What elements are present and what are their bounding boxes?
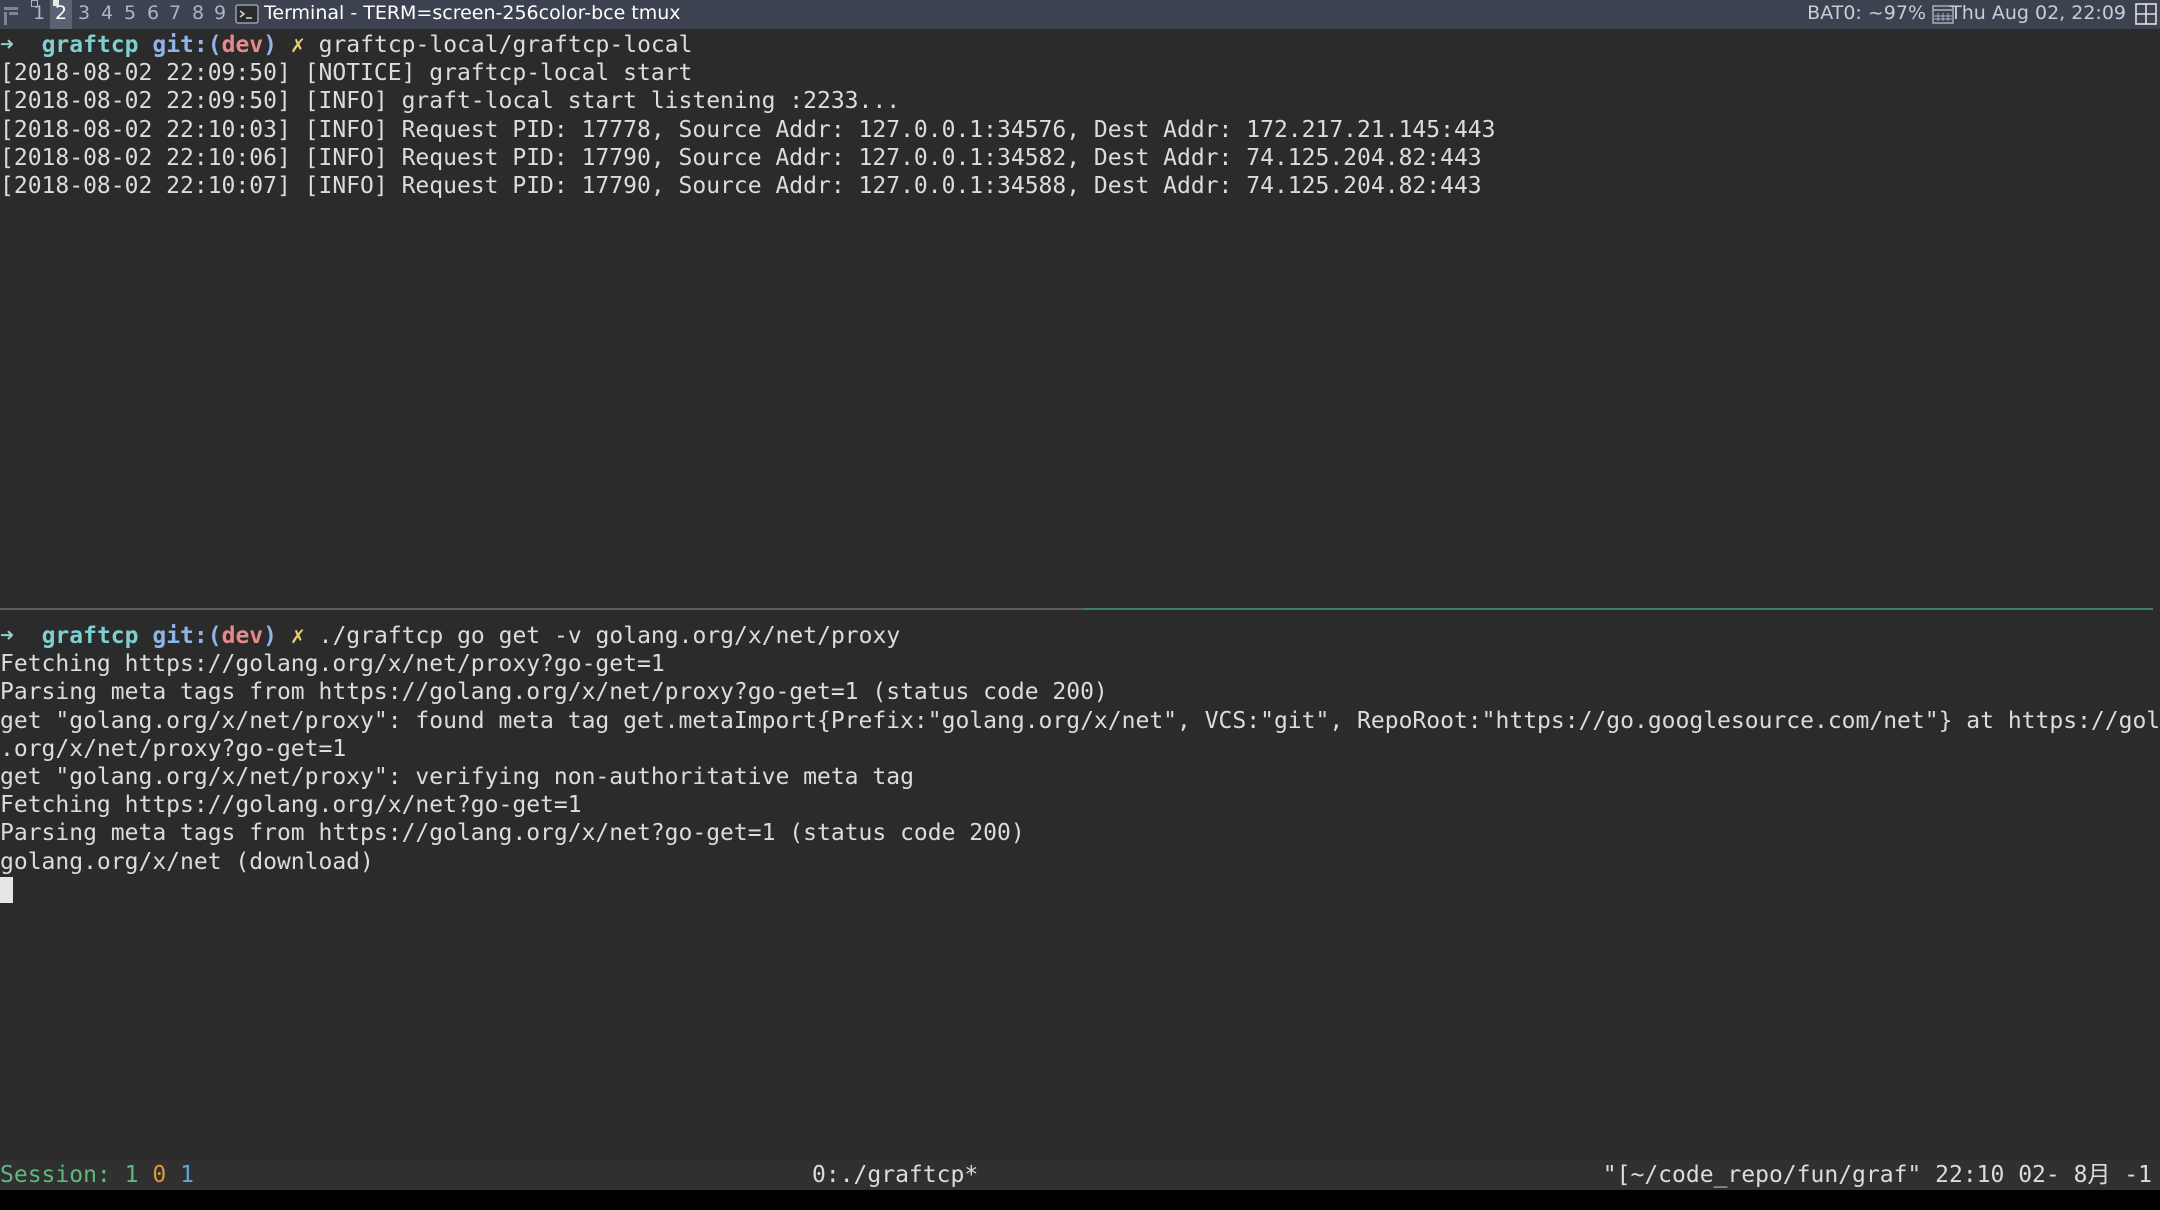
tmux-status-bar: Session: 1 0 1 0:./graftcp* "[~/code_rep… — [0, 1160, 2160, 1190]
output-line: get "golang.org/x/net/proxy": verifying … — [0, 763, 914, 790]
prompt-git-prefix: git:( — [152, 623, 222, 649]
session-label: Session: — [0, 1162, 125, 1188]
session-value-c: 1 — [180, 1162, 194, 1188]
prompt-arrow-icon: ➜ — [0, 623, 14, 649]
output-line: golang.org/x/net (download) — [0, 848, 374, 875]
shell-prompt: ➜ graftcp git:(dev) ✗ graftcp-local/graf… — [0, 31, 2160, 59]
output-line: [2018-08-02 22:10:03] [INFO] Request PID… — [0, 116, 1496, 143]
output-line: Fetching https://golang.org/x/net/proxy?… — [0, 651, 665, 678]
wm-top-bar: 1 2 3 4 5 6 7 8 9 Terminal - TERM=screen… — [0, 0, 2160, 29]
screen-bottom-edge — [0, 1190, 2160, 1210]
output-line: Parsing meta tags from https://golang.or… — [0, 820, 1025, 847]
prompt-git-suffix: ) — [263, 623, 278, 649]
layout-icon[interactable] — [2, 3, 24, 27]
workspace-5[interactable]: 5 — [119, 0, 141, 29]
workspace-1[interactable]: 1 — [28, 0, 50, 29]
prompt-dir: graftcp — [41, 623, 139, 649]
tmux-pane-top[interactable]: ➜ graftcp git:(dev) ✗ graftcp-local/graf… — [0, 31, 2160, 606]
output-line: Fetching https://golang.org/x/net?go-get… — [0, 792, 582, 819]
output-line: [2018-08-02 22:10:06] [INFO] Request PID… — [0, 144, 1482, 171]
prompt-git-prefix: git:( — [152, 32, 222, 58]
prompt-branch: dev — [221, 623, 264, 649]
prompt-dirty-icon: ✗ — [290, 32, 305, 58]
tmux-status-right: "[~/code_repo/fun/graf" 22:10 02- 8月 -1 — [1602, 1162, 2152, 1188]
session-value-b: 0 — [152, 1162, 167, 1188]
prompt-branch: dev — [221, 32, 264, 58]
workspace-4[interactable]: 4 — [96, 0, 118, 29]
output-line: Parsing meta tags from https://golang.or… — [0, 679, 1108, 706]
workspace-6[interactable]: 6 — [142, 0, 164, 29]
output-line: .org/x/net/proxy?go-get=1 — [0, 735, 347, 762]
terminal-cursor — [0, 877, 13, 904]
output-line: [2018-08-02 22:09:50] [NOTICE] graftcp-l… — [0, 60, 693, 87]
output-line: [2018-08-02 22:10:07] [INFO] Request PID… — [0, 172, 1482, 199]
prompt-command: ./graftcp go get -v golang.org/x/net/pro… — [318, 623, 901, 649]
battery-status: BAT0: ~97% — [1807, 2, 1926, 24]
output-line: [2018-08-02 22:09:50] [INFO] graft-local… — [0, 88, 901, 115]
workspace-7[interactable]: 7 — [164, 0, 186, 29]
screen: 1 2 3 4 5 6 7 8 9 Terminal - TERM=screen… — [0, 0, 2160, 1210]
workspace-indicator-icon — [31, 0, 38, 7]
prompt-dirty-icon: ✗ — [290, 623, 305, 649]
tmux-window-tab[interactable]: 0:./graftcp* — [812, 1160, 978, 1190]
prompt-dir: graftcp — [41, 32, 139, 58]
workspace-2[interactable]: 2 — [50, 0, 72, 29]
cursor-line — [0, 876, 2160, 904]
terminal-app-icon — [235, 4, 259, 24]
workspace-9[interactable]: 9 — [209, 0, 231, 29]
tmux-pane-bottom[interactable]: ➜ graftcp git:(dev) ✗ ./graftcp go get -… — [0, 622, 2160, 1157]
workspace-indicator-icon — [53, 0, 59, 6]
tmux-session-info: Session: 1 0 1 — [0, 1160, 194, 1190]
workspace-3[interactable]: 3 — [73, 0, 95, 29]
pane-divider[interactable] — [0, 608, 1083, 610]
window-title: Terminal - TERM=screen-256color-bce tmux — [264, 2, 681, 24]
pane-divider-active[interactable] — [1083, 608, 2153, 610]
output-line: get "golang.org/x/net/proxy": found meta… — [0, 707, 2160, 734]
clock[interactable]: Thu Aug 02, 22:09 — [1950, 0, 2126, 27]
shell-prompt: ➜ graftcp git:(dev) ✗ ./graftcp go get -… — [0, 622, 2160, 650]
session-value-a: 1 — [124, 1162, 139, 1188]
prompt-command: graftcp-local/graftcp-local — [318, 32, 693, 58]
grid-icon[interactable] — [2134, 2, 2158, 26]
prompt-arrow-icon: ➜ — [0, 32, 14, 58]
prompt-git-suffix: ) — [263, 32, 278, 58]
workspace-8[interactable]: 8 — [187, 0, 209, 29]
